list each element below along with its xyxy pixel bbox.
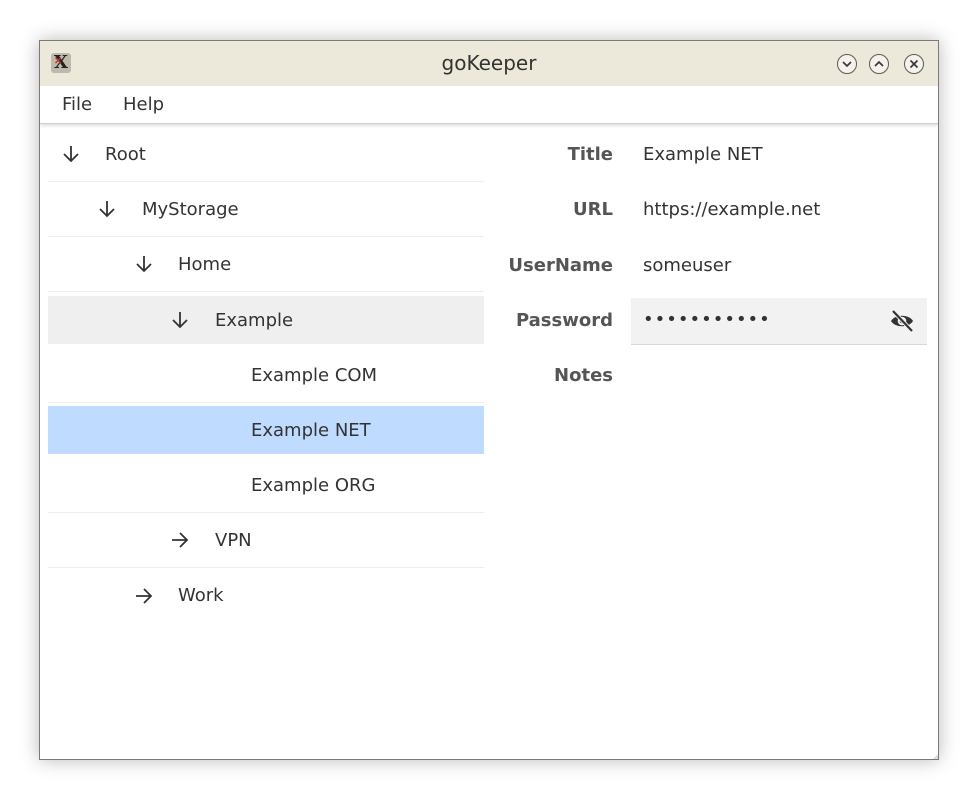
url-value[interactable]: https://example.net	[643, 199, 820, 220]
tree-node-home[interactable]: Home	[48, 237, 484, 292]
title-bar[interactable]: ✕ X goKeeper	[40, 41, 938, 86]
window-title: goKeeper	[441, 51, 537, 75]
eye-slash-icon[interactable]	[889, 309, 915, 337]
tree-view: Root MyStorage Home Example Example COM …	[48, 127, 484, 623]
tree-node-label: Work	[178, 585, 224, 606]
tree-node-example-org[interactable]: Example ORG	[48, 458, 484, 513]
arrow-down-icon[interactable]	[169, 296, 193, 344]
tree-node-example-com[interactable]: Example COM	[48, 348, 484, 403]
tree-node-label: VPN	[215, 529, 252, 551]
menu-file[interactable]: File	[62, 86, 92, 123]
arrow-down-icon[interactable]	[133, 237, 157, 291]
tree-node-label: Example COM	[251, 364, 378, 386]
title-value[interactable]: Example NET	[643, 144, 763, 165]
tree-node-label: Example	[215, 309, 294, 331]
maximize-icon[interactable]	[869, 54, 889, 74]
tree-node-mystorage[interactable]: MyStorage	[48, 182, 484, 237]
tree-node-vpn[interactable]: VPN	[48, 513, 484, 568]
arrow-down-icon[interactable]	[60, 127, 84, 181]
username-label: UserName	[508, 255, 613, 276]
password-field[interactable]: •••••••••••	[631, 298, 927, 345]
arrow-right-icon[interactable]	[133, 568, 157, 623]
close-icon[interactable]	[904, 54, 924, 74]
tree-node-label: Example NET	[251, 419, 371, 441]
title-label: Title	[567, 144, 613, 165]
username-value[interactable]: someuser	[643, 255, 731, 276]
arrow-down-icon[interactable]	[96, 182, 120, 236]
minimize-icon[interactable]	[837, 54, 857, 74]
url-label: URL	[573, 199, 613, 220]
menu-bar: File Help	[40, 86, 938, 124]
app-window: ✕ X goKeeper File Help Root MyStorage Ho…	[39, 40, 939, 760]
password-value: •••••••••••	[643, 309, 771, 330]
resize-grip[interactable]	[928, 749, 938, 759]
tree-node-example-net[interactable]: Example NET	[48, 406, 484, 454]
arrow-right-icon[interactable]	[169, 513, 193, 567]
tree-node-root[interactable]: Root	[48, 127, 484, 182]
tree-node-work[interactable]: Work	[48, 568, 484, 623]
tree-node-example[interactable]: Example	[48, 296, 484, 344]
notes-label: Notes	[554, 365, 613, 386]
tree-node-label: MyStorage	[142, 198, 239, 220]
tree-node-label: Home	[178, 253, 232, 275]
password-label: Password	[515, 310, 613, 331]
tree-node-label: Root	[105, 143, 146, 165]
tree-node-label: Example ORG	[251, 474, 376, 496]
menu-help[interactable]: Help	[123, 86, 164, 123]
